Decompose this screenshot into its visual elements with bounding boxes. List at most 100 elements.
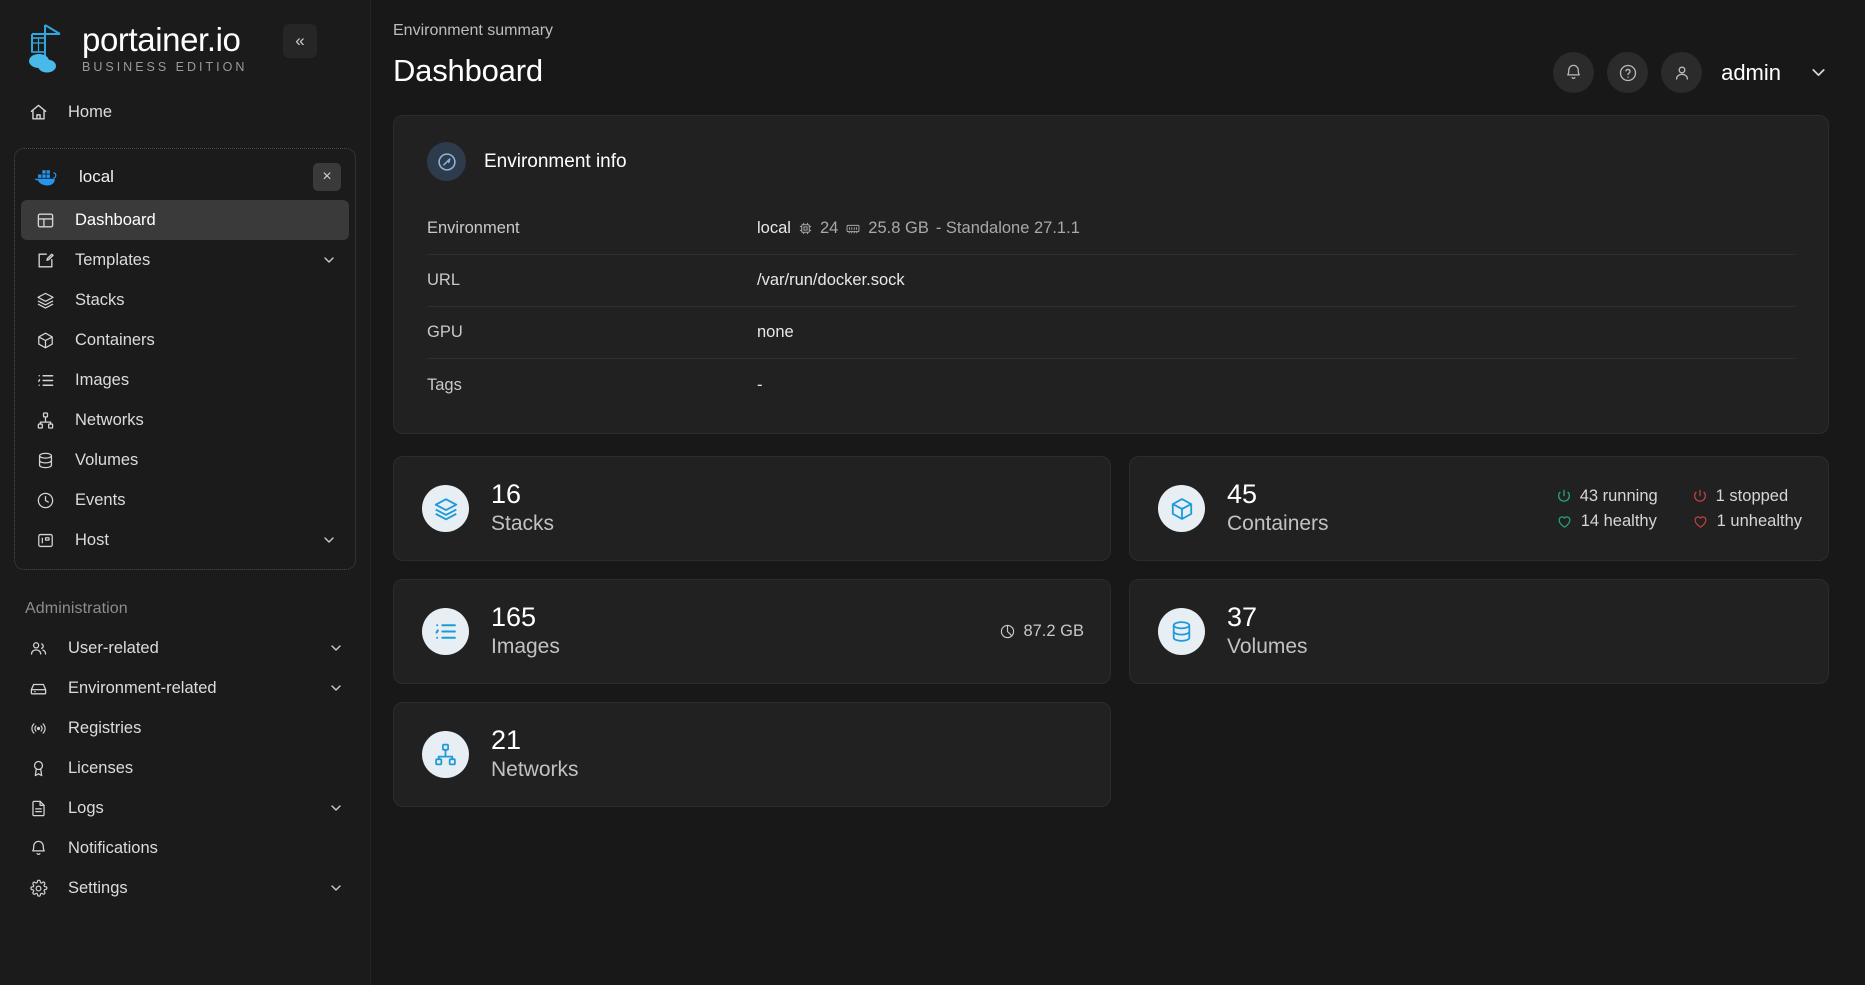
power-icon [1692,488,1708,504]
memory-size: 25.8 GB [868,219,929,237]
card-volumes[interactable]: 37 Volumes [1129,579,1829,684]
sidebar-item-dashboard[interactable]: Dashboard [21,200,349,240]
memory-icon [845,221,861,236]
sidebar-item-host[interactable]: Host [21,520,349,560]
page-heading-group: Environment summary Dashboard [393,18,553,89]
sidebar-item-containers[interactable]: Containers [21,320,349,360]
card-containers[interactable]: 45 Containers 43 running 1 stopped 14 he… [1129,456,1829,561]
status-stopped: 1 stopped [1692,487,1802,506]
sidebar-item-stacks[interactable]: Stacks [21,280,349,320]
card-images[interactable]: 165 Images 87.2 GB [393,579,1111,684]
chevron-down-icon[interactable] [328,680,344,696]
top-bar-actions: admin [1553,18,1829,93]
sidebar-item-notifications[interactable]: Notifications [14,828,356,868]
chevron-down-icon[interactable] [328,880,344,896]
status-text: 1 stopped [1715,486,1789,505]
sidebar-item-label: Images [75,370,130,389]
card-networks[interactable]: 21 Networks [393,702,1111,807]
chevron-down-icon[interactable] [321,532,337,548]
sidebar-item-label: Dashboard [75,210,156,229]
sidebar-item-events[interactable]: Events [21,480,349,520]
sidebar-item-settings[interactable]: Settings [14,868,356,908]
environment-nav: Dashboard Templates Stacks Containers Im… [21,198,349,560]
card-count: 45 [1227,479,1258,510]
info-row-tags: Tags - [427,359,1795,411]
templates-icon [33,251,57,270]
sidebar-item-label: Logs [68,798,104,817]
notifications-button[interactable] [1553,52,1595,93]
resource-cards: 16 Stacks 165 Images 87.2 GB 21 Networks… [393,456,1829,807]
info-value: - [757,375,763,394]
pie-chart-icon [999,623,1016,640]
main-content: Environment summary Dashboard admin Envi… [371,0,1865,985]
images-icon [33,371,57,390]
card-body: 165 Images [491,602,560,660]
card-count: 21 [491,725,522,756]
chevron-down-icon[interactable] [321,252,337,268]
sidebar-item-volumes[interactable]: Volumes [21,440,349,480]
info-row-environment: Environment local 24 25.8 GB - Standalon… [427,203,1795,255]
sidebar-item-label: Networks [75,410,144,429]
info-row-gpu: GPU none [427,307,1795,359]
card-label: Images [491,635,560,659]
cards-column-right: 45 Containers 43 running 1 stopped 14 he… [1129,456,1829,807]
heart-icon [1556,513,1573,530]
images-size-value: 87.2 GB [1023,622,1084,640]
environment-info-table: Environment local 24 25.8 GB - Standalon… [427,203,1795,411]
help-button[interactable] [1607,52,1649,93]
card-body: 21 Networks [491,725,579,783]
card-body: 37 Volumes [1227,602,1308,660]
sidebar-item-label: Volumes [75,450,139,469]
heart-icon [1692,513,1709,530]
networks-icon [422,731,469,778]
nav-primary: Home [0,92,370,132]
status-text: 1 unhealthy [1716,511,1802,530]
chevron-down-icon[interactable] [1808,62,1829,83]
chevron-down-icon[interactable] [328,800,344,816]
license-icon [26,759,50,778]
card-body: 16 Stacks [491,479,554,537]
info-value: local 24 25.8 GB - Standalone 27.1.1 [757,219,1080,238]
avatar[interactable] [1661,52,1703,93]
sidebar-item-label: Environment-related [68,678,217,697]
sidebar-item-label: Notifications [68,838,158,857]
sidebar-item-label: Registries [68,718,142,737]
info-value: none [757,323,794,341]
volumes-icon [33,451,57,470]
sidebar-collapse-button[interactable]: « [283,24,317,58]
sidebar-item-images[interactable]: Images [21,360,349,400]
card-count: 16 [491,479,522,510]
sidebar-item-user-related[interactable]: User-related [14,628,356,668]
sidebar-item-environment-related[interactable]: Environment-related [14,668,356,708]
sidebar-item-label: User-related [68,638,159,657]
info-key: URL [427,271,461,289]
sidebar-item-registries[interactable]: Registries [14,708,356,748]
sidebar-item-label: Stacks [75,290,125,309]
info-row-url: URL /var/run/docker.sock [427,255,1795,307]
sidebar-item-networks[interactable]: Networks [21,400,349,440]
panel-header: Environment info [394,116,1828,181]
card-label: Networks [491,758,579,782]
info-key: Environment [427,219,520,237]
close-icon[interactable]: × [313,163,341,191]
app-root: portainer.io BUSINESS EDITION « Home loc… [0,0,1865,985]
sidebar-item-licenses[interactable]: Licenses [14,748,356,788]
chevron-down-icon[interactable] [328,640,344,656]
environment-name: local [79,167,114,186]
cpu-icon [798,221,813,236]
environment-chip[interactable]: local × [21,156,349,198]
brand-text: portainer.io BUSINESS EDITION [82,23,247,74]
container-status-stats: 43 running 1 stopped 14 healthy 1 unheal… [1556,487,1802,531]
sidebar-item-label: Host [75,530,109,549]
sidebar-item-templates[interactable]: Templates [21,240,349,280]
info-key: GPU [427,323,463,341]
nav-administration: User-related Environment-related Registr… [0,628,370,908]
card-count: 165 [491,602,537,633]
sidebar-item-home[interactable]: Home [14,92,356,132]
sidebar-item-label: Events [75,490,126,509]
cpu-count: 24 [819,219,839,237]
card-stacks[interactable]: 16 Stacks [393,456,1111,561]
sidebar-item-label: Containers [75,330,155,349]
user-name[interactable]: admin [1721,60,1781,86]
sidebar-item-logs[interactable]: Logs [14,788,356,828]
